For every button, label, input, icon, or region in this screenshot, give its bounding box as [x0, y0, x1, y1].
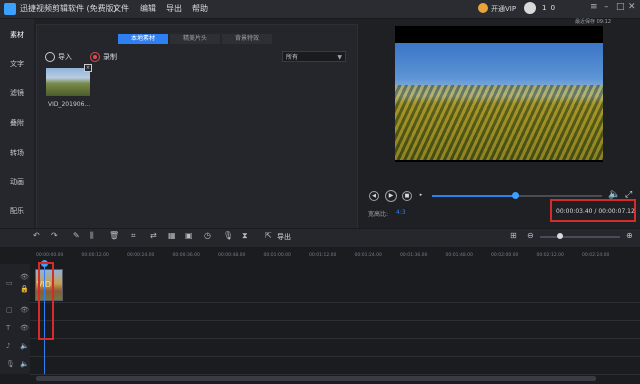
overlay-track-icon: ▢: [6, 306, 13, 314]
timeline-scrollbar[interactable]: [36, 376, 596, 381]
tab-local-media[interactable]: 本地素材: [118, 34, 168, 44]
sidebar-item-material[interactable]: 素材: [0, 30, 34, 40]
track-divider: [30, 356, 640, 357]
sidebar-item-transition[interactable]: 转场: [0, 148, 34, 158]
aspect-ratio-label: 宽高比:: [368, 211, 389, 218]
sidebar-item-text[interactable]: 文字: [0, 59, 34, 69]
tab-intros[interactable]: 精美片头: [170, 34, 220, 44]
lock-icon[interactable]: 🔒: [20, 285, 29, 293]
undo-icon[interactable]: ↶: [33, 231, 40, 240]
vip-button[interactable]: 开通VIP: [491, 4, 516, 14]
export-icon[interactable]: ⇱: [265, 231, 272, 240]
next-frame-icon[interactable]: ▸: [416, 191, 426, 201]
user-name: 1 0: [542, 4, 557, 12]
media-filter-select[interactable]: 所有 ▼: [282, 51, 346, 62]
track-divider: [30, 374, 640, 375]
settings-icon[interactable]: ≡: [590, 2, 598, 12]
duration-icon[interactable]: ⧗: [242, 231, 248, 241]
mosaic-icon[interactable]: ▦: [168, 231, 176, 240]
avatar[interactable]: [524, 2, 536, 14]
ruler-tick-label: 00:02:12.00: [536, 253, 564, 258]
play-icon[interactable]: ▶: [385, 190, 397, 202]
tab-background-effects[interactable]: 背景特效: [222, 34, 272, 44]
ruler-tick-label: 00:01:00.00: [263, 253, 291, 258]
music-track-icon: ♪: [6, 342, 11, 350]
vip-icon[interactable]: [478, 3, 488, 13]
seek-handle[interactable]: [512, 192, 520, 199]
volume-icon[interactable]: 🔈: [20, 342, 29, 350]
fit-icon[interactable]: ⊞: [510, 231, 517, 240]
visibility-icon[interactable]: 👁: [20, 273, 29, 281]
aspect-ratio-value[interactable]: 4:3: [396, 209, 406, 216]
speed-icon[interactable]: ◷: [204, 231, 211, 240]
zoom-handle[interactable]: [557, 233, 563, 239]
crop-icon[interactable]: ⌗: [131, 231, 136, 241]
menu-export[interactable]: 导出: [166, 3, 182, 14]
record-icon[interactable]: [90, 52, 100, 62]
sidebar-item-filter[interactable]: 滤镜: [0, 88, 34, 98]
menu-edit[interactable]: 编辑: [140, 3, 156, 14]
autosave-status: 最近保存 09:12: [575, 19, 611, 25]
edit-icon[interactable]: ✎: [73, 231, 80, 240]
ruler-tick-label: 00:01:48.00: [445, 253, 473, 258]
minimize-icon[interactable]: –: [604, 2, 609, 12]
app-title: 迅捷视频剪辑软件 (免费版): [20, 4, 117, 13]
filter-value: 所有: [286, 54, 299, 61]
ruler-tick-label: 00:00:00.00: [36, 253, 64, 258]
visibility-icon[interactable]: 👁: [20, 306, 29, 314]
edit-toolbar: [0, 228, 640, 248]
ruler-tick-label: 00:02:00.00: [491, 253, 519, 258]
timeline: [0, 248, 640, 384]
voice-track-icon: 🎙: [6, 360, 15, 368]
sidebar-item-overlay[interactable]: 叠附: [0, 118, 34, 128]
text-track-icon: T: [6, 324, 11, 332]
ruler-tick-label: 00:01:12.00: [309, 253, 337, 258]
track-divider: [30, 338, 640, 339]
menu-help[interactable]: 帮助: [192, 3, 208, 14]
zoom-slider[interactable]: [540, 236, 620, 238]
media-item-name: VID_201906...: [48, 101, 91, 108]
ruler-tick-label: 00:01:24.00: [354, 253, 382, 258]
delete-icon[interactable]: 🗑: [109, 231, 119, 240]
prev-frame-icon[interactable]: ◀: [369, 191, 379, 201]
track-header-video: [0, 264, 30, 302]
zoom-in-icon[interactable]: ⊕: [626, 231, 633, 240]
menu-file[interactable]: 文件: [113, 3, 129, 14]
ruler-tick-label: 00:01:36.00: [400, 253, 428, 258]
preview-frame-detail: [395, 85, 603, 160]
thumb-close-icon[interactable]: ×: [84, 64, 92, 72]
zoom-out-icon[interactable]: ⊖: [527, 231, 534, 240]
redo-icon[interactable]: ↷: [51, 231, 58, 240]
track-divider: [30, 302, 640, 303]
sidebar-item-music[interactable]: 配乐: [0, 206, 34, 216]
chevron-down-icon: ▼: [337, 54, 342, 61]
sidebar-item-animation[interactable]: 动画: [0, 177, 34, 187]
import-button[interactable]: 导入: [58, 52, 72, 62]
ruler-tick-label: 00:02:24.00: [582, 253, 610, 258]
stop-icon[interactable]: ■: [402, 191, 412, 201]
playhead-highlight: [38, 262, 54, 340]
seek-progress: [432, 195, 516, 197]
volume-icon[interactable]: 🔈: [20, 360, 29, 368]
app-logo-icon: [4, 3, 16, 15]
video-track-icon: ▭: [6, 279, 13, 287]
split-icon[interactable]: ⫼: [90, 231, 94, 241]
reverse-icon[interactable]: ⇄: [150, 231, 157, 240]
ruler-tick-label: 00:00:12.00: [81, 253, 109, 258]
ruler-tick-label: 00:00:36.00: [172, 253, 200, 258]
microphone-icon[interactable]: 🎙: [223, 231, 233, 240]
import-icon[interactable]: [45, 52, 55, 62]
close-icon[interactable]: ✕: [628, 2, 636, 12]
track-divider: [30, 320, 640, 321]
record-button[interactable]: 录制: [103, 52, 117, 62]
visibility-icon[interactable]: 👁: [20, 324, 29, 332]
export-button[interactable]: 导出: [277, 232, 291, 242]
timecode: 00:00:03.40 / 00:00:07.12: [556, 208, 635, 215]
freeze-icon[interactable]: ▣: [185, 231, 193, 240]
ruler-tick-label: 00:00:24.00: [127, 253, 155, 258]
maximize-icon[interactable]: □: [616, 2, 625, 12]
ruler-tick-label: 00:00:48.00: [218, 253, 246, 258]
media-thumbnail[interactable]: [46, 68, 90, 96]
